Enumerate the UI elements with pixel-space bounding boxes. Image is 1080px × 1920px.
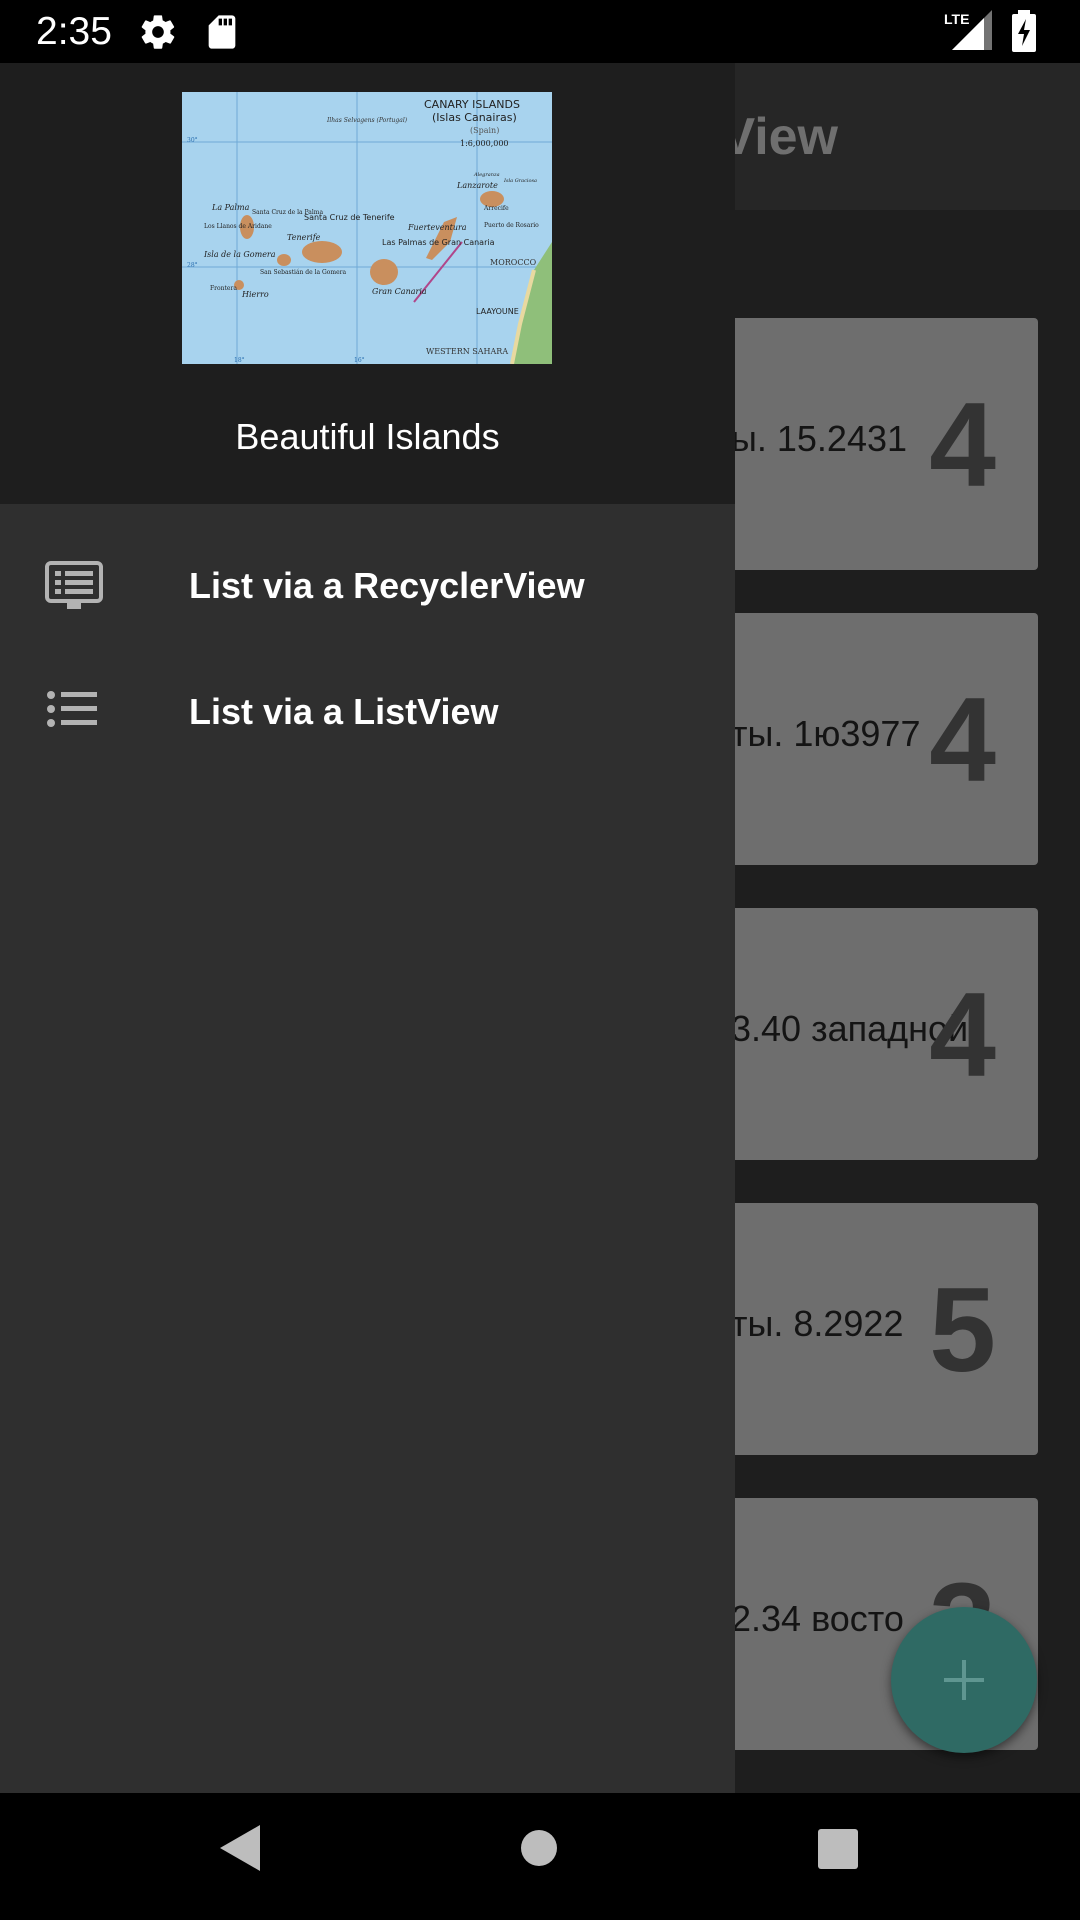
navigation-drawer: CANARY ISLANDS (Islas Canairas) (Spain) …	[0, 63, 735, 1793]
card-rating: 4	[929, 968, 996, 1102]
card-text: ты. 1ю3977	[731, 713, 921, 754]
plus-icon	[944, 1660, 984, 1704]
status-time: 2:35	[36, 10, 112, 53]
list-card[interactable]: 3.40 западной 4	[705, 908, 1038, 1160]
map-label: Tenerife	[287, 233, 321, 242]
card-text: ы. 15.2431	[731, 418, 908, 459]
map-label: Ilhas Selvagens (Portugal)	[326, 117, 408, 124]
home-icon[interactable]	[520, 1829, 558, 1871]
menu-item-label: List via a ListView	[189, 691, 499, 732]
battery-charging-icon	[1010, 10, 1040, 56]
map-label: Arrecife	[483, 205, 509, 212]
list-card[interactable]: ы. 15.2431 4	[705, 318, 1038, 570]
drawer-header: CANARY ISLANDS (Islas Canairas) (Spain) …	[0, 63, 735, 504]
list-card[interactable]: ты. 1ю3977 4	[705, 613, 1038, 865]
canary-islands-map-image: CANARY ISLANDS (Islas Canairas) (Spain) …	[182, 92, 552, 364]
map-label: La Palma	[211, 203, 250, 212]
map-label: Frontera	[210, 285, 237, 292]
map-label: Santa Cruz de Tenerife	[304, 213, 395, 222]
system-navigation-bar	[0, 1793, 1080, 1920]
card-rating: 4	[929, 673, 996, 807]
map-label: 30°	[187, 137, 198, 144]
menu-item-label: List via a RecyclerView	[189, 565, 585, 606]
card-text: ты. 8.2922	[731, 1303, 904, 1344]
map-label: Hierro	[241, 290, 269, 299]
map-label: Los Llanos de Aridane	[204, 223, 272, 230]
svg-text:LTE: LTE	[944, 11, 969, 27]
map-label: Alegranza	[473, 172, 500, 178]
status-bar: 2:35 LTE	[0, 0, 1080, 63]
map-label: 16°	[354, 357, 365, 364]
recycler-view-icon	[45, 561, 103, 615]
map-label: San Sebastián de la Gomera	[260, 269, 347, 276]
menu-item-recyclerview[interactable]: List via a RecyclerView	[0, 525, 735, 651]
card-rating: 5	[929, 1263, 996, 1397]
map-label: Lanzarote	[456, 181, 498, 190]
map-country: (Spain)	[470, 126, 499, 135]
card-rating: 4	[929, 378, 996, 512]
drawer-header-title: Beautiful Islands	[235, 416, 500, 457]
map-label: LAAYOUNE	[476, 307, 519, 316]
add-fab-button[interactable]	[891, 1607, 1037, 1753]
list-icon	[45, 687, 103, 741]
map-title: CANARY ISLANDS	[424, 98, 520, 111]
back-icon[interactable]	[218, 1823, 262, 1877]
sd-card-icon	[202, 12, 242, 56]
map-label: WESTERN SAHARA	[426, 347, 508, 356]
map-label: Isla Graciosa	[503, 178, 537, 184]
map-label: MOROCCO	[490, 258, 537, 267]
map-label: Gran Canaria	[372, 287, 427, 296]
card-text: 2.34 восто	[731, 1598, 904, 1639]
lte-signal-icon: LTE	[944, 10, 992, 56]
map-subtitle: (Islas Canairas)	[432, 111, 517, 124]
map-label: Las Palmas de Gran Canaria	[382, 238, 495, 247]
map-label: 28°	[187, 262, 198, 269]
recents-icon[interactable]	[818, 1829, 858, 1873]
map-label: 18°	[234, 357, 245, 364]
map-scale: 1:6,000,000	[460, 139, 509, 148]
list-card[interactable]: ты. 8.2922 5	[705, 1203, 1038, 1455]
menu-item-listview[interactable]: List via a ListView	[0, 651, 735, 777]
gear-icon	[138, 12, 178, 56]
map-label: Fuerteventura	[407, 223, 467, 232]
map-label: Isla de la Gomera	[203, 250, 276, 259]
map-label: Puerto de Rosario	[484, 222, 539, 229]
